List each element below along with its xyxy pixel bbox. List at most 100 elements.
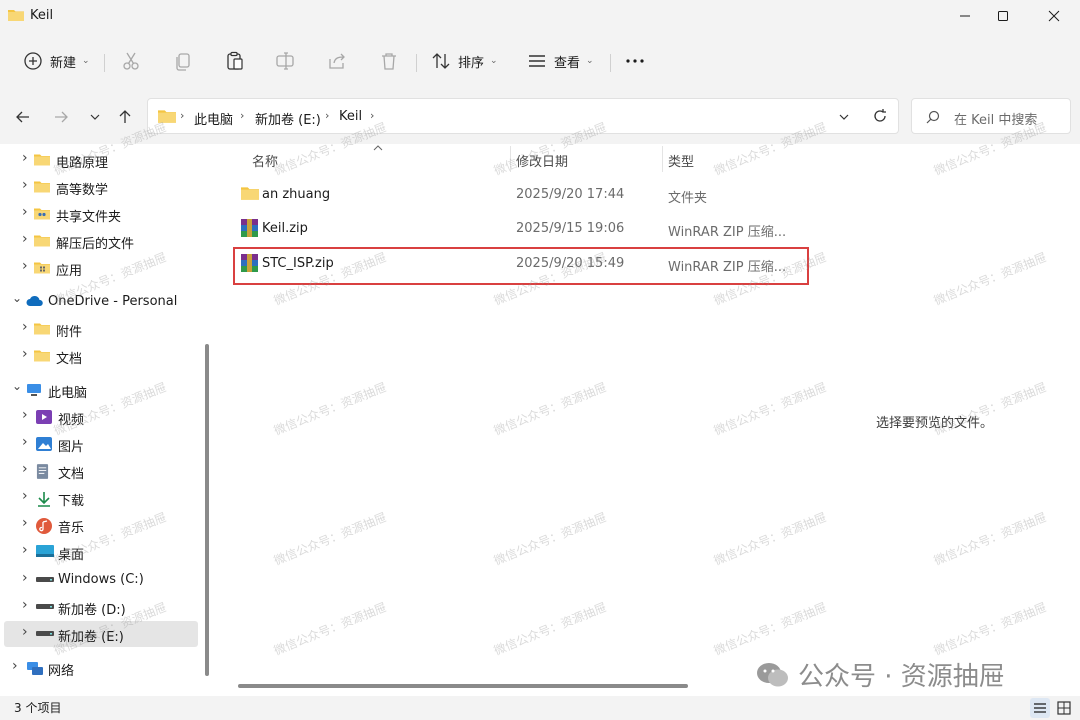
nav-item[interactable]: › 图片 [4,431,198,457]
nav-item[interactable]: › 解压后的文件 [4,228,198,254]
chevron-right-icon[interactable]: › [22,515,28,531]
nav-item-label: 应用 [56,264,83,279]
nav-item[interactable]: › 文档 [4,458,198,484]
status-bar: 3 个项目 [0,696,1080,720]
chevron-right-icon[interactable]: › [12,658,18,674]
sort-icon [432,53,450,69]
nav-item[interactable]: › 下载 [4,485,198,511]
folder-icon [34,322,50,336]
more-icon [626,59,644,63]
nav-item[interactable]: › 共享文件夹 [4,201,198,227]
chevron-right-icon[interactable]: › [22,488,28,504]
nav-item[interactable]: › 应用 [4,255,198,281]
address-bar[interactable]: › 此电脑 › 新加卷 (E:) › Keil › [147,98,899,134]
chevron-down-icon[interactable]: ⌄ [12,379,22,393]
nav-item[interactable]: ⌄ 此电脑 [4,377,198,403]
search-box[interactable]: 在 Keil 中搜索 [911,98,1071,134]
chevron-right-icon[interactable]: › [22,542,28,558]
folder-icon [34,349,50,363]
file-row[interactable]: Keil.zip 2025/9/15 19:06 WinRAR ZIP 压缩..… [230,213,800,245]
more-button[interactable] [624,46,646,76]
nav-scrollbar-thumb[interactable] [205,344,209,676]
cut-button[interactable] [120,46,142,76]
chevron-down-icon: ⌄ [490,56,498,66]
nav-item[interactable]: › 新加卷 (D:) [4,594,198,620]
chevron-right-icon[interactable]: › [22,150,28,166]
chevron-down-icon[interactable]: ⌄ [12,291,22,305]
view-label: 查看 [554,55,581,71]
nav-item-label: 新加卷 (E:) [58,630,124,645]
chevron-right-icon[interactable]: › [22,434,28,450]
wechat-icon [757,662,788,686]
nav-item-label: 共享文件夹 [56,210,122,225]
forward-button[interactable] [50,106,72,128]
cloud-icon [26,295,43,309]
file-row[interactable]: an zhuang 2025/9/20 17:44 文件夹 [230,179,800,211]
nav-item[interactable]: › 视频 [4,404,198,430]
horizontal-scrollbar-thumb[interactable] [238,684,688,688]
command-bar: 新建 ⌄ 排序 ⌄ 查看 ⌄ [0,32,1080,90]
documents-icon [36,464,52,479]
chevron-right-icon[interactable]: › [22,204,28,220]
nav-item[interactable]: › 新加卷 (E:) [4,621,198,647]
column-divider[interactable] [510,146,511,172]
breadcrumb-keil[interactable]: Keil [339,109,362,124]
chevron-right-icon[interactable]: › [22,258,28,274]
title-bar[interactable]: Keil [0,0,1080,32]
chevron-right-icon[interactable]: › [22,624,28,640]
column-header-type[interactable]: 类型 [668,151,694,170]
sort-button[interactable]: 排序 ⌄ [430,46,498,76]
chevron-right-icon[interactable]: › [22,231,28,247]
copy-button[interactable] [172,46,194,76]
rename-button[interactable] [274,46,296,76]
nav-item-label: 文档 [56,352,83,367]
maximize-icon [998,11,1008,21]
nav-item[interactable]: › 文档 [4,343,198,369]
chevron-right-icon[interactable]: › [22,346,28,362]
nav-item[interactable]: ⌄ OneDrive - Personal [4,289,198,315]
chevron-down-icon [90,114,100,120]
nav-item[interactable]: › 桌面 [4,539,198,565]
chevron-right-icon[interactable]: › [22,319,28,335]
chevron-right-icon[interactable]: › [22,597,28,613]
refresh-icon[interactable] [872,108,888,124]
nav-item[interactable]: › 网络 [4,655,198,681]
nav-item-label: 桌面 [58,548,85,563]
view-button[interactable]: 查看 ⌄ [526,46,594,76]
nav-item[interactable]: › 电路原理 [4,147,198,173]
details-view-button[interactable] [1030,698,1050,718]
sort-ascending-icon [373,145,383,151]
file-modified: 2025/9/20 17:44 [516,187,625,202]
file-name: an zhuang [262,187,331,202]
chevron-right-icon[interactable]: › [22,407,28,423]
breadcrumb-this-pc[interactable]: 此电脑 [194,109,233,128]
chevron-right-icon[interactable]: › [22,461,28,477]
nav-item-label: 音乐 [58,521,85,536]
nav-item[interactable]: › 音乐 [4,512,198,538]
music-icon [36,518,52,534]
column-header-modified[interactable]: 修改日期 [516,151,568,170]
chevron-down-icon[interactable] [838,111,850,123]
winrar-archive-icon [241,219,258,237]
tiles-view-button[interactable] [1054,698,1074,718]
arrow-left-icon [16,111,29,123]
breadcrumb-drive-e[interactable]: 新加卷 (E:) [255,109,321,128]
back-button[interactable] [12,106,34,128]
chevron-right-icon[interactable]: › [22,570,28,586]
share-button[interactable] [326,46,348,76]
chevron-right-icon[interactable]: › [22,177,28,193]
close-icon [1048,10,1060,22]
close-button[interactable] [1031,0,1077,32]
column-divider[interactable] [662,146,663,172]
new-button[interactable]: 新建 ⌄ [22,46,90,76]
delete-button[interactable] [378,46,400,76]
drive-icon [36,627,54,641]
column-header-name[interactable]: 名称 [252,151,278,170]
maximize-button[interactable] [980,0,1026,32]
up-button[interactable] [114,106,136,128]
nav-item[interactable]: › Windows (C:) [4,567,198,593]
paste-button[interactable] [224,46,246,76]
nav-item[interactable]: › 高等数学 [4,174,198,200]
recent-locations-button[interactable] [84,106,106,128]
nav-item[interactable]: › 附件 [4,316,198,342]
